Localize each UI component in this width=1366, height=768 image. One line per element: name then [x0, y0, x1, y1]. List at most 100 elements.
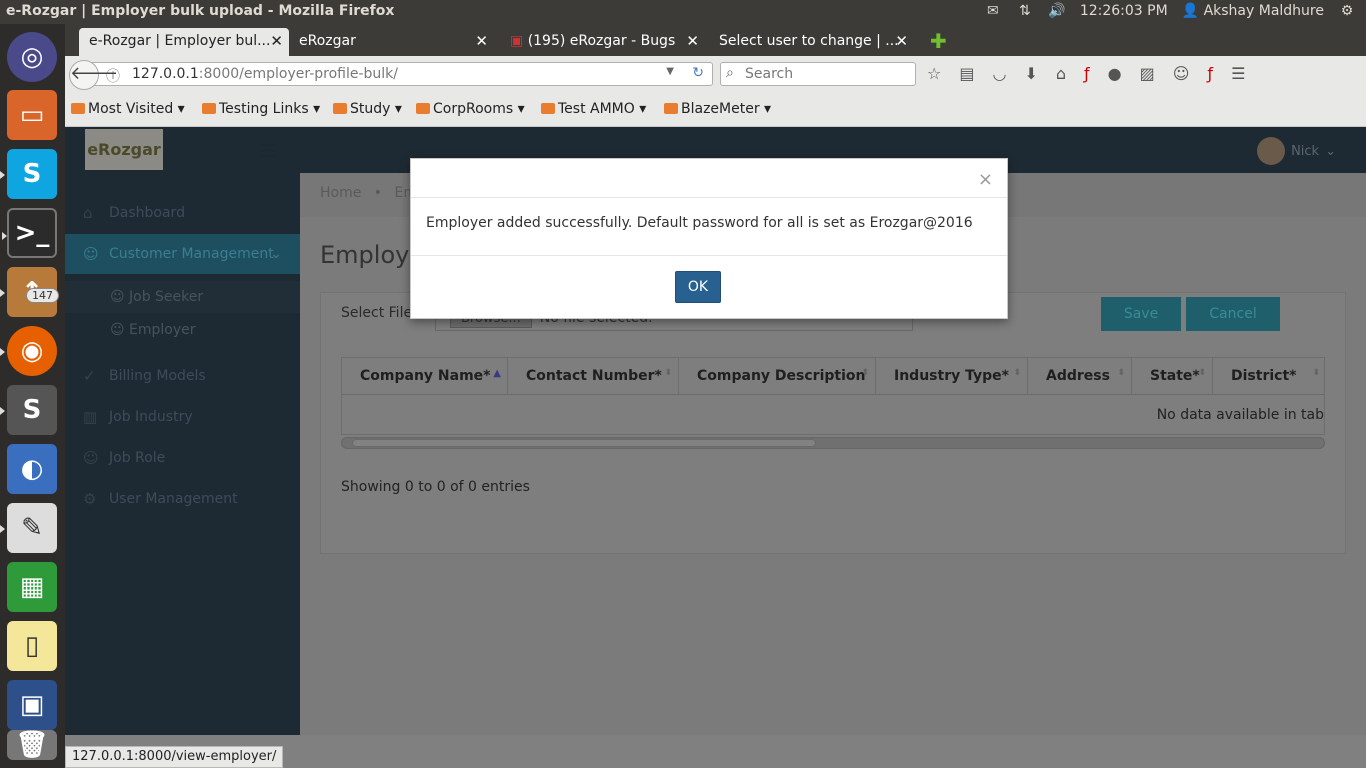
trash-icon[interactable]: 🗑	[7, 730, 57, 760]
close-tab-icon[interactable]: ✕	[686, 32, 699, 50]
sidebar-item-dashboard[interactable]: ⌂ Dashboard	[65, 193, 300, 233]
sidebar-item-job-industry[interactable]: ▥ Job Industry	[65, 397, 300, 437]
tab-strip: e-Rozgar | Employer bul... ✕ eRozgar ✕ ▣…	[65, 24, 1366, 56]
skype-icon[interactable]: S	[0, 149, 57, 199]
back-button[interactable]: 🡐	[69, 60, 118, 90]
tab-employer-bulk[interactable]: e-Rozgar | Employer bul... ✕	[79, 28, 289, 56]
clock[interactable]: 12:26:03 PM	[1080, 3, 1168, 19]
url-path: :8000/employer-profile-bulk/	[198, 66, 399, 82]
sublime-text-icon[interactable]: S	[0, 385, 57, 435]
search-icon: ⌕	[726, 65, 734, 81]
column-header-contact-number[interactable]: Contact Number* ⬍	[508, 358, 679, 395]
bookmark-star-icon[interactable]: ☆	[927, 64, 941, 83]
breadcrumb-home[interactable]: Home	[320, 185, 361, 201]
bookmark-study[interactable]: Study ▾	[333, 101, 402, 117]
bookmark-test-ammo[interactable]: Test AMMO ▾	[541, 101, 646, 117]
flash-player-icon[interactable]: ƒ	[1207, 64, 1213, 83]
column-header-company-name[interactable]: Company Name* ▲	[342, 358, 508, 395]
close-tab-icon[interactable]: ✕	[895, 32, 908, 50]
column-header-company-description[interactable]: Company Description ⬍	[679, 358, 876, 395]
bookmark-label: Most Visited	[88, 101, 174, 117]
app-logo[interactable]: eRozgar	[85, 129, 163, 170]
ubuntu-dash-icon[interactable]: ◎	[7, 32, 57, 82]
folder-icon	[202, 103, 216, 114]
network-icon[interactable]: ⇅	[1016, 2, 1034, 20]
upload-panel: Select File Browse...No file selected. S…	[320, 292, 1346, 554]
terminal-icon[interactable]: >_	[2, 208, 57, 258]
tab-bugs[interactable]: ▣ (195) eRozgar - Bugs ✕	[500, 28, 705, 56]
firefox-icon[interactable]: ◉	[0, 326, 57, 376]
users-icon: ☺	[83, 245, 99, 263]
home-icon[interactable]: ⌂	[1056, 64, 1066, 83]
sidebar-toggle-icon[interactable]: ☰	[260, 141, 276, 162]
chat-icon[interactable]: ●	[1108, 64, 1122, 83]
bookmark-corprooms[interactable]: CorpRooms ▾	[416, 101, 525, 117]
column-header-industry-type[interactable]: Industry Type* ⬍	[876, 358, 1028, 395]
sort-icon: ⬍	[1198, 368, 1206, 378]
sidebar-item-employer[interactable]: ☺ Employer	[65, 314, 300, 346]
fish-app-icon[interactable]: ◐	[7, 444, 57, 494]
system-top-bar: e-Rozgar | Employer bulk upload - Mozill…	[0, 0, 1366, 24]
sidebar-item-customer-management[interactable]: ☺ Customer Management ⌄	[65, 234, 300, 274]
volume-icon[interactable]: 🔊	[1048, 2, 1066, 20]
url-bar[interactable]: ⓘ 127.0.0.1:8000/employer-profile-bulk/ …	[91, 62, 713, 86]
ok-button[interactable]: OK	[675, 271, 721, 303]
screenshot-icon[interactable]: ▨	[1140, 64, 1155, 83]
folder-icon	[541, 103, 555, 114]
chevron-down-icon: ⌄	[1325, 143, 1336, 159]
sidebar-item-label: Dashboard	[109, 205, 185, 221]
url-dropdown-icon[interactable]: ▼	[666, 66, 674, 77]
files-icon[interactable]: ▭	[7, 90, 57, 140]
user-dropdown[interactable]: Nick ⌄	[1257, 137, 1336, 165]
home-icon: ⌂	[83, 204, 93, 222]
new-tab-button[interactable]: ✚	[920, 28, 950, 56]
close-tab-icon[interactable]: ✕	[475, 32, 488, 50]
flash-icon[interactable]: ƒ	[1084, 64, 1090, 83]
sort-icon: ⬍	[1312, 368, 1320, 378]
reload-icon[interactable]: ↻	[692, 65, 704, 81]
search-input[interactable]: ⌕ Search	[720, 62, 916, 86]
close-tab-icon[interactable]: ✕	[270, 32, 283, 50]
reading-list-icon[interactable]: ▤	[959, 64, 974, 83]
bar-chart-icon: ▥	[83, 408, 98, 426]
sidebar-item-label: Job Role	[109, 450, 166, 466]
pocket-icon[interactable]: ◡	[992, 64, 1006, 83]
text-editor-icon[interactable]: ✎	[0, 503, 57, 553]
bug-favicon-icon: ▣	[510, 33, 524, 49]
user-icon: ☺	[110, 322, 125, 338]
spreadsheet-icon[interactable]: ▦	[7, 562, 57, 612]
column-label: Company Name*	[360, 368, 491, 384]
gear-icon[interactable]: ⚙	[1338, 2, 1356, 20]
hamburger-menu-icon[interactable]: ☰	[1231, 64, 1245, 83]
scrollbar-thumb[interactable]	[352, 439, 816, 447]
mail-icon[interactable]: ✉	[984, 2, 1002, 20]
sidebar-item-user-management[interactable]: ⚙ User Management	[65, 479, 300, 519]
breadcrumb-separator: •	[373, 185, 383, 201]
user-icon: ☺	[83, 449, 99, 467]
modal-message: Employer added successfully. Default pas…	[411, 198, 1007, 256]
sidebar-item-job-role[interactable]: ☺ Job Role	[65, 438, 300, 478]
bookmark-testing-links[interactable]: Testing Links ▾	[202, 101, 320, 117]
horizontal-scrollbar[interactable]	[341, 437, 1325, 449]
close-icon[interactable]: ×	[978, 169, 993, 190]
sort-icon: ⬍	[861, 368, 869, 378]
save-button[interactable]: Save	[1101, 297, 1181, 331]
column-header-state[interactable]: State* ⬍	[1132, 358, 1213, 395]
bookmark-blazemeter[interactable]: BlazeMeter ▾	[664, 101, 771, 117]
bookmark-most-visited[interactable]: Most Visited ▾	[71, 101, 185, 117]
tab-erozgar[interactable]: eRozgar ✕	[289, 28, 494, 56]
column-header-district[interactable]: District* ⬍	[1213, 358, 1326, 395]
sticky-notes-icon[interactable]: ▯	[7, 621, 57, 671]
sidebar-item-job-seeker[interactable]: ☺ Job Seeker	[65, 281, 300, 313]
column-header-address[interactable]: Address ⬍	[1028, 358, 1132, 395]
user-menu[interactable]: 👤 Akshay Maldhure	[1182, 3, 1324, 19]
tab-label: eRozgar	[299, 33, 356, 49]
toolbar-icons: ☆ ▤ ◡ ⬇ ⌂ ƒ ● ▨ ☺ ƒ ☰	[927, 64, 1245, 83]
workspace-switcher-icon[interactable]: ▣	[7, 680, 57, 730]
sidebar-item-billing-models[interactable]: ✓ Billing Models	[65, 356, 300, 396]
tab-select-user[interactable]: Select user to change | ... ✕	[709, 28, 914, 56]
face-addon-icon[interactable]: ☺	[1173, 64, 1190, 83]
downloads-icon[interactable]: ⬇	[1024, 64, 1037, 83]
cancel-button[interactable]: Cancel	[1186, 297, 1280, 331]
bookmarks-toolbar: Most Visited ▾ Testing Links ▾ Study ▾ C…	[65, 92, 1366, 127]
